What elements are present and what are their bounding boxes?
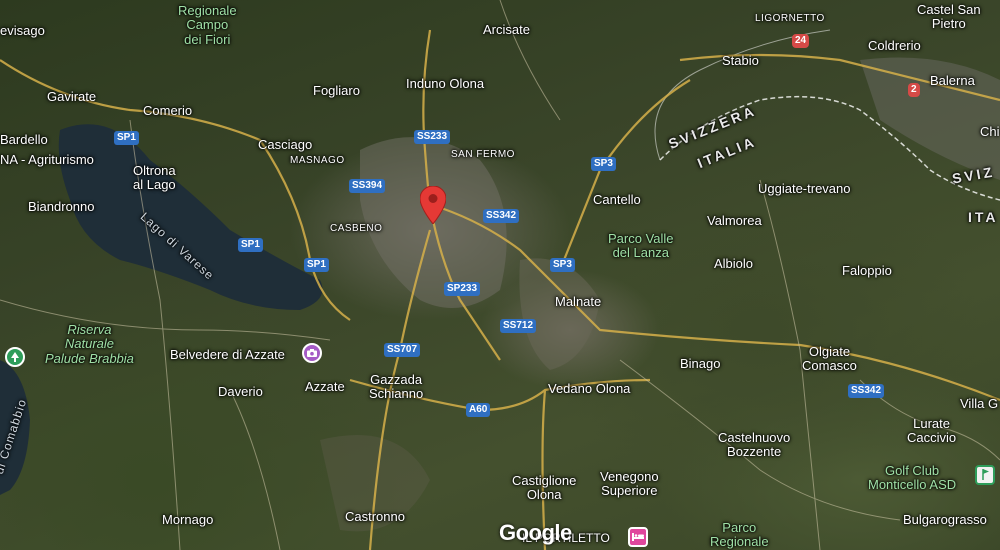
location-pin-icon[interactable] (419, 185, 447, 229)
label-cantello: Cantello (593, 192, 641, 207)
label-albiolo: Albiolo (714, 256, 754, 271)
label-castronno: Castronno (345, 509, 405, 524)
road-shield-sp233: SP233 (444, 282, 481, 296)
label-malnate: Malnate (555, 294, 602, 309)
label-comerio: Comerio (143, 103, 193, 118)
road-shield-ss707: SS707 (384, 343, 421, 357)
label-valmorea: Valmorea (707, 213, 762, 228)
label-bulgarograsso: Bulgarograsso (903, 512, 987, 527)
label-masnago: MASNAGO (290, 155, 345, 166)
label-belvedere: Belvedere di Azzate (170, 347, 285, 362)
label-olgiate: Olgiate Comasco (802, 344, 857, 374)
label-venegono: Venegono Superiore (600, 469, 659, 499)
label-vedano: Vedano Olona (548, 381, 631, 396)
tree-icon[interactable] (5, 347, 25, 367)
label-ligornetto: LIGORNETTO (755, 13, 825, 24)
label-castiglione: Castiglione Olona (512, 473, 577, 503)
label-riserva: Riserva Naturale Palude Brabbia (45, 322, 134, 366)
satellite-map[interactable]: Regionale Campo dei Fiori evisago Gavira… (0, 0, 1000, 550)
label-stabio: Stabio (722, 53, 759, 68)
label-daverio: Daverio (218, 384, 263, 399)
road-shield-ss342: SS342 (483, 209, 520, 223)
label-gazzada: Gazzada Schianno (369, 372, 424, 402)
label-uggiate: Uggiate-trevano (758, 181, 851, 196)
label-coldrerio: Coldrerio (868, 38, 921, 53)
label-gavirate: Gavirate (47, 89, 97, 104)
road-shield-ss712: SS712 (500, 319, 537, 333)
camera-icon[interactable] (302, 343, 322, 363)
label-villa-g: Villa G (960, 396, 999, 411)
label-lurate: Lurate Caccivio (907, 416, 957, 446)
urban-area-malnate (519, 258, 600, 370)
label-visago: evisago (0, 23, 45, 38)
label-mornago: Mornago (162, 512, 214, 527)
label-italia-2: ITA (968, 209, 999, 225)
label-fogliaro: Fogliaro (313, 83, 360, 98)
road-shield-sp3: SP3 (591, 157, 616, 171)
road-shield-ss233: SS233 (414, 130, 451, 144)
label-arcisate: Arcisate (483, 22, 530, 37)
road-shield-sp1: SP1 (304, 258, 329, 272)
hotel-icon[interactable] (628, 527, 648, 547)
label-golf: Golf Club Monticello ASD (868, 463, 957, 493)
label-casbeno: CASBENO (330, 223, 383, 234)
google-logo: Google (499, 520, 572, 545)
label-casciago: Casciago (258, 137, 313, 152)
label-castel-san-pietro: Castel San Pietro (917, 2, 981, 32)
label-induno: Induno Olona (406, 76, 485, 91)
golf-icon[interactable] (975, 465, 995, 485)
road-shield-sp1: SP1 (114, 131, 139, 145)
label-azzate: Azzate (305, 379, 345, 394)
road-shield-24: 24 (792, 34, 810, 48)
label-agriturismo: NA - Agriturismo (0, 152, 94, 167)
label-balerna: Balerna (930, 73, 975, 88)
label-san-fermo: SAN FERMO (451, 149, 515, 160)
road-shield-sp1: SP1 (238, 238, 263, 252)
label-campo-dei-fiori: Regionale Campo dei Fiori (178, 3, 237, 47)
label-castelnuovo: Castelnuovo Bozzente (718, 430, 791, 460)
label-parco-regionale: Parco Regionale (710, 520, 769, 550)
label-biandronno: Biandronno (28, 199, 95, 214)
road-shield-sp3: SP3 (550, 258, 575, 272)
road-shield-2: 2 (908, 83, 920, 97)
road-shield-a60: A60 (466, 403, 491, 417)
label-chi: Chi (980, 124, 1000, 139)
label-parco-lanza: Parco Valle del Lanza (608, 231, 674, 261)
label-oltrona: Oltrona al Lago (133, 163, 176, 193)
label-binago: Binago (680, 356, 721, 371)
road-shield-ss394: SS394 (349, 179, 386, 193)
label-faloppio: Faloppio (842, 263, 892, 278)
road-shield-ss342: SS342 (848, 384, 885, 398)
label-bardello: Bardello (0, 132, 48, 147)
